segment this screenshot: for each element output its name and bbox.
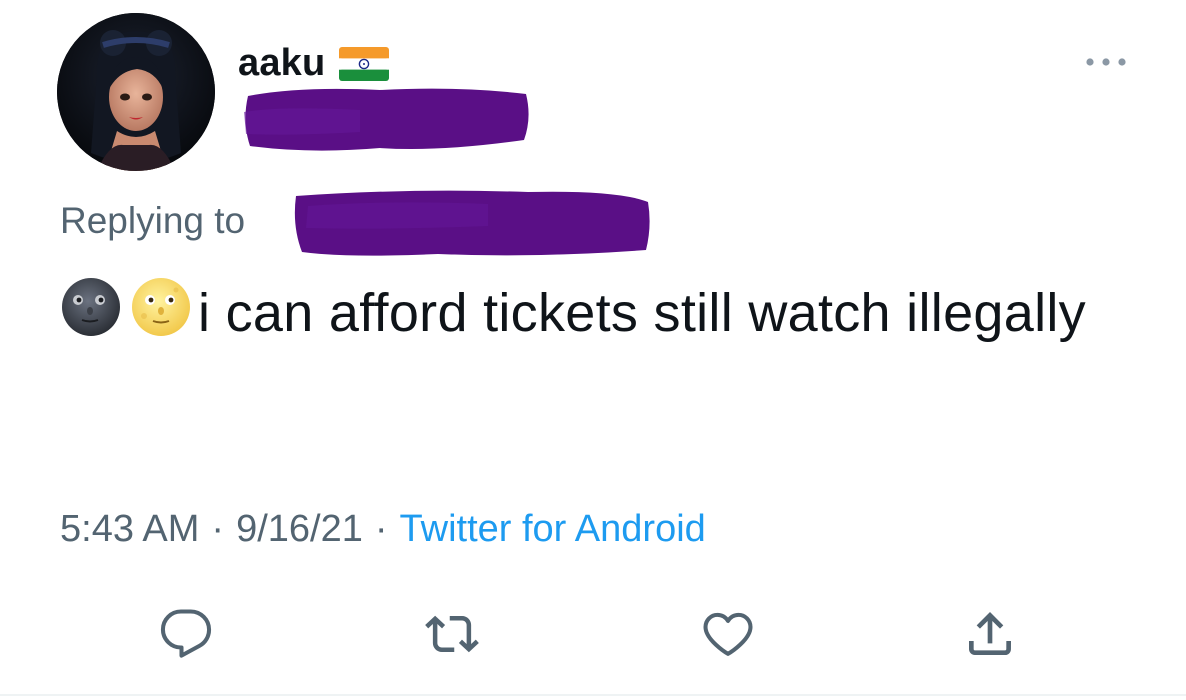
avatar[interactable] [57, 13, 215, 171]
full-moon-face-emoji [132, 278, 190, 336]
share-button[interactable] [958, 602, 1022, 666]
action-bar [0, 602, 1186, 672]
tweet-text: i can afford tickets still watch illegal… [60, 276, 1100, 350]
tweet-source-link[interactable]: Twitter for Android [400, 508, 706, 551]
redacted-handle [244, 88, 529, 151]
replying-to: Replying to [60, 190, 245, 252]
new-moon-face-emoji [62, 278, 120, 336]
redacted-reply-handle [294, 190, 650, 256]
like-button[interactable] [696, 602, 760, 666]
retweet-icon [425, 615, 479, 653]
display-name[interactable]: aaku [238, 42, 325, 85]
heart-icon [703, 612, 753, 656]
meta-separator: · [211, 508, 225, 550]
tweet-card: aaku Replying to i can afford tickets st… [0, 0, 1186, 700]
tweet-time[interactable]: 5:43 AM [60, 508, 199, 551]
display-name-row: aaku [238, 42, 390, 85]
avatar-image [57, 13, 215, 171]
share-icon [969, 612, 1011, 655]
reply-button[interactable] [154, 602, 218, 666]
tweet-body-text: i can afford tickets still watch illegal… [198, 283, 1086, 343]
meta-separator: · [374, 508, 388, 550]
retweet-button[interactable] [420, 602, 484, 666]
divider [0, 694, 1186, 696]
india-flag-icon [339, 46, 390, 81]
more-options-icon[interactable] [1084, 54, 1128, 70]
tweet-date[interactable]: 9/16/21 [236, 508, 363, 551]
replying-to-label: Replying to [60, 200, 246, 241]
reply-icon [160, 609, 212, 658]
tweet-meta: 5:43 AM · 9/16/21 · Twitter for Android [60, 508, 706, 551]
